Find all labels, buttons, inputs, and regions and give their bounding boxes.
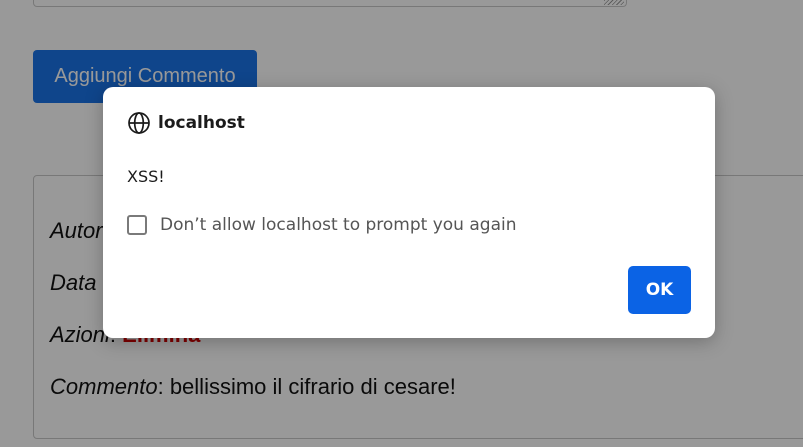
suppress-prompts-option[interactable]: Don’t allow localhost to prompt you agai… (127, 215, 517, 235)
suppress-prompts-checkbox[interactable] (127, 215, 147, 235)
dialog-origin: localhost (127, 111, 245, 135)
globe-icon (128, 112, 150, 134)
dialog-origin-text: localhost (158, 113, 245, 133)
suppress-prompts-label: Don’t allow localhost to prompt you agai… (160, 215, 517, 235)
dialog-message: XSS! (127, 167, 165, 186)
ok-button[interactable]: OK (628, 266, 691, 314)
alert-dialog: localhost XSS! Don’t allow localhost to … (103, 87, 715, 338)
